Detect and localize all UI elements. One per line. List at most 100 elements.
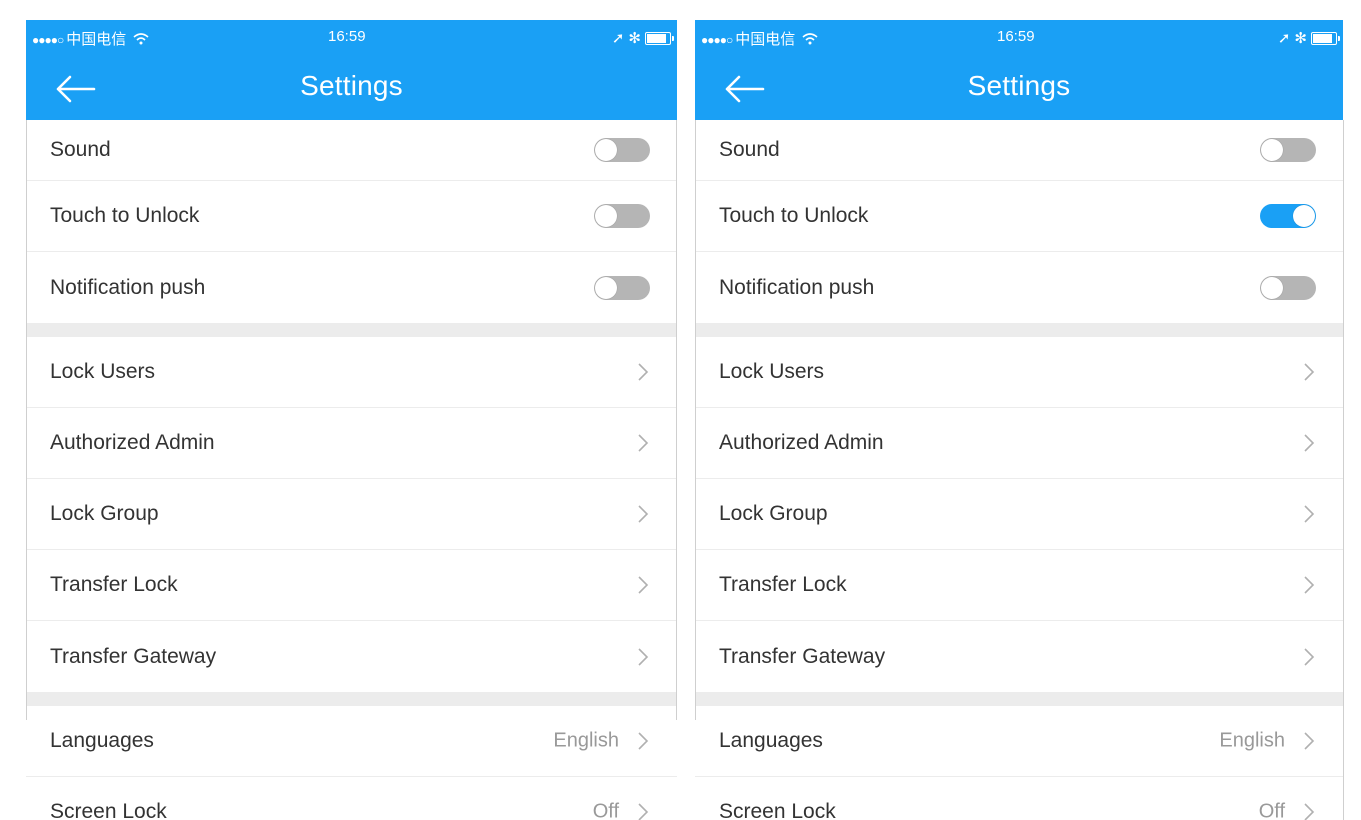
wifi-icon — [133, 33, 149, 45]
setting-label: Lock Users — [50, 360, 156, 383]
toggle-knob — [595, 205, 617, 227]
setting-label: Authorized Admin — [50, 431, 215, 454]
setting-row-languages[interactable]: Languages English — [26, 706, 677, 777]
setting-row-sound: Sound — [695, 120, 1343, 181]
setting-label: Screen Lock — [50, 800, 167, 820]
setting-row-screen-lock[interactable]: Screen Lock Off — [26, 777, 677, 820]
settings-screen-left: ●●●●○ 中国电信 16:59 ➚ ✻ Settings Sound Touch… — [26, 20, 677, 820]
chevron-right-icon — [1304, 803, 1315, 820]
setting-row-touch-to-unlock: Touch to Unlock — [26, 181, 677, 252]
chevron-right-icon — [1304, 434, 1315, 452]
setting-label: Authorized Admin — [719, 431, 884, 454]
chevron-right-icon — [638, 363, 649, 381]
toggle-knob — [1261, 276, 1283, 299]
setting-row-touch-to-unlock: Touch to Unlock — [695, 181, 1343, 252]
setting-label: Touch to Unlock — [50, 204, 200, 227]
setting-value: Off — [592, 800, 619, 820]
setting-row-notification-push: Notification push — [695, 252, 1343, 323]
sound-toggle[interactable] — [1260, 138, 1316, 162]
touch-to-unlock-toggle[interactable] — [1260, 204, 1316, 228]
toggle-knob — [1293, 205, 1315, 227]
screen-border — [1343, 120, 1344, 820]
toggle-knob — [595, 276, 617, 299]
chevron-right-icon — [1304, 363, 1315, 381]
chevron-right-icon — [1304, 505, 1315, 523]
status-time: 16:59 — [997, 28, 1035, 45]
section-divider — [695, 692, 1343, 706]
chevron-right-icon — [638, 803, 649, 820]
setting-value: English — [1219, 729, 1285, 752]
chevron-right-icon — [638, 732, 649, 750]
screen-border — [676, 120, 677, 720]
location-icon: ➚ — [1277, 30, 1291, 47]
notification-push-toggle[interactable] — [1260, 275, 1316, 300]
section-divider — [695, 323, 1343, 337]
setting-row-sound: Sound — [26, 120, 677, 181]
signal-strength-icon: ●●●●○ — [32, 33, 64, 47]
setting-row-screen-lock[interactable]: Screen Lock Off — [695, 777, 1343, 820]
setting-label: Screen Lock — [719, 800, 836, 820]
battery-icon — [1311, 31, 1340, 45]
nav-bar: Settings — [26, 56, 677, 120]
section-divider — [26, 692, 677, 706]
chevron-right-icon — [1304, 647, 1315, 666]
toggle-knob — [1261, 139, 1283, 161]
chevron-right-icon — [638, 434, 649, 452]
sound-toggle[interactable] — [594, 138, 650, 162]
setting-label: Sound — [50, 138, 111, 161]
carrier-name: 中国电信 — [66, 31, 127, 48]
carrier-name: 中国电信 — [735, 31, 796, 48]
chevron-right-icon — [638, 505, 649, 523]
nav-bar: Settings — [695, 56, 1343, 120]
setting-row-authorized-admin[interactable]: Authorized Admin — [695, 408, 1343, 479]
setting-label: Languages — [50, 729, 154, 752]
setting-label: Notification push — [719, 275, 875, 299]
notification-push-toggle[interactable] — [594, 275, 650, 300]
section-divider — [26, 323, 677, 337]
setting-value: Off — [1258, 800, 1285, 820]
setting-label: Notification push — [50, 275, 206, 299]
status-bar: ●●●●○ 中国电信 16:59 ➚ ✻ — [26, 20, 677, 56]
battery-icon — [645, 31, 674, 45]
settings-list: Sound Touch to Unlock Notification push … — [26, 120, 677, 820]
setting-row-transfer-gateway[interactable]: Transfer Gateway — [26, 621, 677, 692]
setting-label: Languages — [719, 729, 823, 752]
settings-screen-right: ●●●●○ 中国电信 16:59 ➚ ✻ Settings Sound Touch… — [695, 20, 1343, 820]
setting-row-authorized-admin[interactable]: Authorized Admin — [26, 408, 677, 479]
setting-label: Lock Group — [50, 502, 159, 525]
signal-strength-icon: ●●●●○ — [701, 33, 733, 47]
setting-label: Transfer Gateway — [719, 644, 886, 668]
setting-row-lock-group[interactable]: Lock Group — [26, 479, 677, 550]
wifi-icon — [802, 33, 818, 45]
location-icon: ➚ — [611, 30, 625, 47]
setting-label: Lock Users — [719, 360, 825, 383]
status-time: 16:59 — [328, 28, 366, 45]
setting-value: English — [553, 729, 619, 752]
setting-label: Sound — [719, 138, 780, 161]
bluetooth-icon: ✻ — [628, 30, 641, 47]
setting-row-lock-users[interactable]: Lock Users — [695, 337, 1343, 408]
settings-list: Sound Touch to Unlock Notification push … — [695, 120, 1343, 820]
setting-row-notification-push: Notification push — [26, 252, 677, 323]
page-title: Settings — [300, 70, 403, 101]
setting-label: Lock Group — [719, 502, 828, 525]
chevron-right-icon — [1304, 732, 1315, 750]
screen-border — [695, 120, 696, 720]
setting-row-languages[interactable]: Languages English — [695, 706, 1343, 777]
setting-label: Transfer Lock — [719, 573, 847, 596]
setting-row-lock-users[interactable]: Lock Users — [26, 337, 677, 408]
setting-label: Transfer Gateway — [50, 644, 217, 668]
page-title: Settings — [967, 70, 1071, 101]
setting-row-transfer-gateway[interactable]: Transfer Gateway — [695, 621, 1343, 692]
setting-row-lock-group[interactable]: Lock Group — [695, 479, 1343, 550]
screen-border — [26, 120, 27, 720]
setting-row-transfer-lock[interactable]: Transfer Lock — [695, 550, 1343, 621]
setting-label: Touch to Unlock — [719, 204, 869, 227]
chevron-right-icon — [638, 647, 649, 666]
toggle-knob — [595, 139, 617, 161]
bluetooth-icon: ✻ — [1294, 30, 1307, 47]
setting-label: Transfer Lock — [50, 573, 178, 596]
setting-row-transfer-lock[interactable]: Transfer Lock — [26, 550, 677, 621]
chevron-right-icon — [638, 576, 649, 594]
touch-to-unlock-toggle[interactable] — [594, 204, 650, 228]
